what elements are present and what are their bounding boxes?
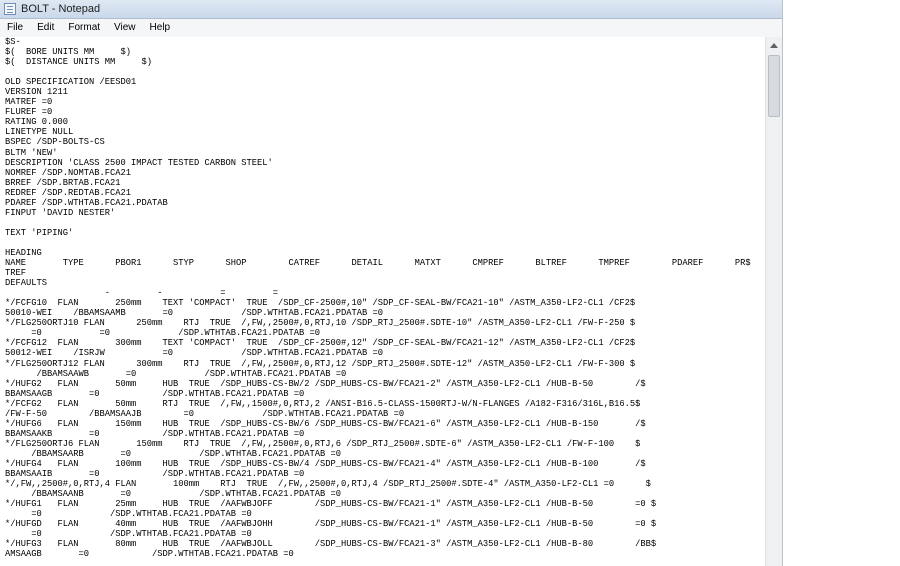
text-line: VERSION 1211 bbox=[5, 87, 69, 98]
text-line: BBAMSAAKB =0 /SDP.WTHTAB.FCA21.PDATAB =0 bbox=[5, 428, 305, 439]
text-line: NOMREF /SDP.NOMTAB.FCA21 bbox=[5, 167, 132, 178]
menu-view[interactable]: View bbox=[107, 19, 143, 37]
text-line: - - = = bbox=[5, 288, 279, 299]
scroll-thumb[interactable] bbox=[768, 55, 780, 117]
text-line: /FW-F-50 /BBAMSAAJB =0 /SDP.WTHTAB.FCA21… bbox=[5, 408, 405, 419]
text-line: $S- bbox=[5, 37, 21, 47]
text-line: DEFAULTS bbox=[5, 278, 48, 289]
text-line: AMSAAGB =0 /SDP.WTHTAB.FCA21.PDATAB =0 bbox=[5, 549, 294, 560]
menu-file[interactable]: File bbox=[0, 19, 30, 37]
text-line: */FCFG2 FLAN 50mm RTJ TRUE /,FW,,1500#,0… bbox=[5, 398, 641, 409]
notepad-icon bbox=[4, 3, 16, 15]
text-line: NAME TYPE PBOR1 STYP SHOP CATREF DETAIL … bbox=[5, 258, 751, 269]
text-line: */FCFG12 FLAN 300mm TEXT 'COMPACT' TRUE … bbox=[5, 338, 636, 349]
text-line: */HUFG6 FLAN 150mm HUB TRUE /SDP_HUBS-CS… bbox=[5, 418, 646, 429]
text-line bbox=[5, 238, 751, 248]
text-line: 50012-WEI /ISRJW =0 /SDP.WTHTAB.FCA21.PD… bbox=[5, 348, 384, 359]
document-text[interactable]: $S- $( BORE UNITS MM $) $( DISTANCE UNITS … bbox=[5, 37, 751, 559]
text-line: */FLG250ORTJ6 FLAN 150mm RTJ TRUE /,FW,,… bbox=[5, 438, 641, 449]
text-line: */FLG250ORTJ10 FLAN 250mm RTJ TRUE /,FW,… bbox=[5, 318, 636, 329]
text-line: */HUFG4 FLAN 100mm HUB TRUE /SDP_HUBS-CS… bbox=[5, 458, 646, 469]
text-line: FINPUT 'DAVID NESTER' bbox=[5, 207, 116, 218]
window-title: BOLT - Notepad bbox=[21, 3, 101, 15]
text-line: 50010-WEI /BBAMSAAMB =0 /SDP.WTHTAB.FCA2… bbox=[5, 308, 384, 319]
text-line: TEXT 'PIPING' bbox=[5, 227, 74, 238]
text-line: =0 /SDP.WTHTAB.FCA21.PDATAB =0 bbox=[5, 509, 252, 520]
text-line bbox=[5, 218, 751, 228]
text-line: BRREF /SDP.BRTAB.FCA21 bbox=[5, 177, 121, 188]
text-line: MATREF =0 bbox=[5, 97, 53, 108]
menu-format[interactable]: Format bbox=[61, 19, 107, 37]
text-line: BLTM 'NEW' bbox=[5, 147, 58, 158]
text-line: */HUFG2 FLAN 50mm HUB TRUE /SDP_HUBS-CS-… bbox=[5, 378, 646, 389]
text-line: FLUREF =0 bbox=[5, 107, 53, 118]
text-line: $( DISTANCE UNITS MM $) bbox=[5, 57, 153, 68]
text-line: $( BORE UNITS MM $) bbox=[5, 47, 132, 58]
title-bar[interactable]: BOLT - Notepad bbox=[0, 0, 782, 19]
text-line: */FCFG10 FLAN 250mm TEXT 'COMPACT' TRUE … bbox=[5, 298, 636, 309]
scroll-up-button[interactable] bbox=[766, 37, 782, 53]
menu-bar: File Edit Format View Help bbox=[0, 19, 782, 38]
text-line: BSPEC /SDP-BOLTS-CS bbox=[5, 137, 105, 148]
vertical-scrollbar[interactable] bbox=[765, 37, 782, 566]
text-line: DESCRIPTION 'CLASS 2500 IMPACT TESTED CA… bbox=[5, 157, 273, 168]
arrow-up-icon bbox=[770, 42, 778, 48]
text-line bbox=[5, 67, 751, 77]
text-line: */HUFG3 FLAN 80mm HUB TRUE /AAFWBJOLL /S… bbox=[5, 539, 657, 550]
menu-help[interactable]: Help bbox=[143, 19, 178, 37]
text-line: */HUFG1 FLAN 25mm HUB TRUE /AAFWBJOFF /S… bbox=[5, 499, 657, 510]
text-line: REDREF /SDP.REDTAB.FCA21 bbox=[5, 187, 132, 198]
text-line: LINETYPE NULL bbox=[5, 127, 74, 138]
text-line: */HUFGD FLAN 40mm HUB TRUE /AAFWBJOHH /S… bbox=[5, 519, 657, 530]
text-line: /BBAMSAANB =0 /SDP.WTHTAB.FCA21.PDATAB =… bbox=[5, 489, 342, 500]
text-line: =0 =0 /SDP.WTHTAB.FCA21.PDATAB =0 bbox=[5, 328, 321, 339]
text-line: RATING 0.000 bbox=[5, 117, 69, 128]
text-line: */,FW,,2500#,0,RTJ,4 FLAN 100mm RTJ TRUE… bbox=[5, 479, 651, 490]
text-line: /BBAMSAAWB =0 /SDP.WTHTAB.FCA21.PDATAB =… bbox=[5, 368, 347, 379]
text-line: HEADING bbox=[5, 247, 42, 258]
text-line: BBAMSAAGB =0 /SDP.WTHTAB.FCA21.PDATAB =0 bbox=[5, 388, 305, 399]
text-line: */FLG250ORTJ12 FLAN 300mm RTJ TRUE /,FW,… bbox=[5, 358, 636, 369]
text-line: TREF bbox=[5, 268, 27, 279]
text-editor[interactable]: $S- $( BORE UNITS MM $) $( DISTANCE UNITS … bbox=[0, 37, 782, 566]
text-line: /BBAMSAARB =0 /SDP.WTHTAB.FCA21.PDATAB =… bbox=[5, 448, 342, 459]
text-line: OLD SPECIFICATION /EESD01 bbox=[5, 77, 137, 88]
text-line: BBAMSAAIB =0 /SDP.WTHTAB.FCA21.PDATAB =0 bbox=[5, 469, 305, 480]
notepad-window: BOLT - Notepad File Edit Format View Hel… bbox=[0, 0, 783, 566]
menu-edit[interactable]: Edit bbox=[30, 19, 61, 37]
text-line: PDAREF /SDP.WTHTAB.FCA21.PDATAB bbox=[5, 197, 168, 208]
text-line: =0 /SDP.WTHTAB.FCA21.PDATAB =0 bbox=[5, 529, 252, 540]
